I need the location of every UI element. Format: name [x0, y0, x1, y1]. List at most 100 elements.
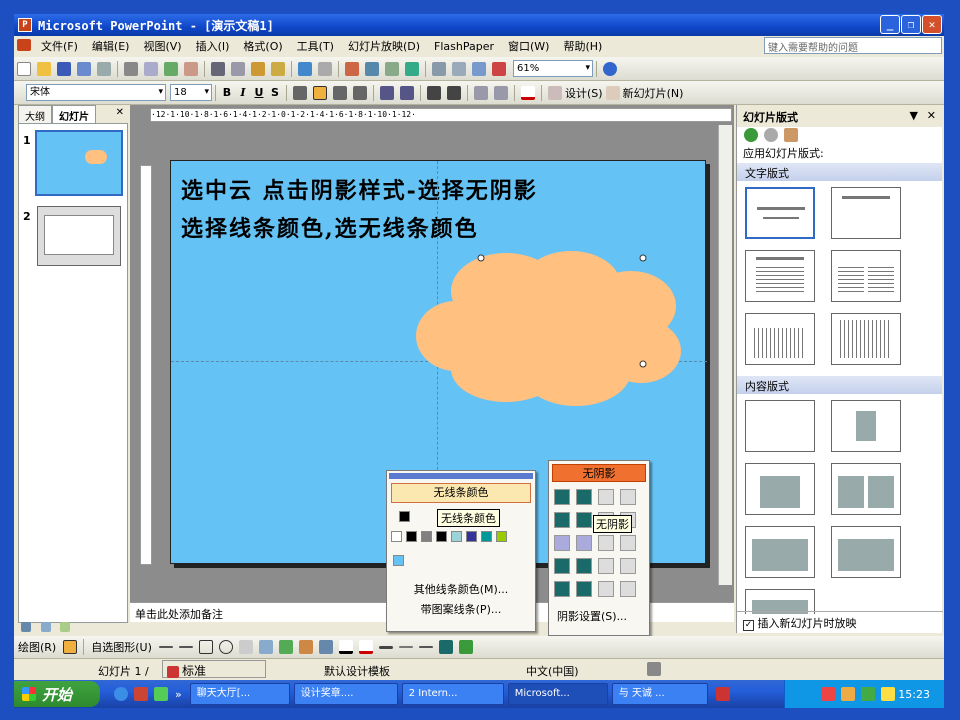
- justify-icon[interactable]: [353, 85, 367, 100]
- layout-title-content[interactable]: [745, 463, 815, 515]
- shadow-style-icon[interactable]: [554, 512, 570, 528]
- shadow-style-icon[interactable]: [576, 535, 592, 551]
- save-icon[interactable]: [57, 61, 71, 76]
- start-button[interactable]: 开始: [14, 681, 100, 707]
- font-color-draw-icon[interactable]: [358, 640, 373, 654]
- layout-title-two-content[interactable]: [745, 526, 815, 578]
- window-title-bar[interactable]: P Microsoft PowerPoint - [演示文稿1] _ ❐ ✕: [14, 14, 944, 36]
- ime-mode-label[interactable]: 标准: [182, 664, 206, 678]
- automatic-color-swatch[interactable]: [399, 511, 410, 522]
- shadow-style-icon[interactable]: [576, 512, 592, 528]
- slide-text-line1[interactable]: 选中云 点击阴影样式-选择无阴影: [181, 173, 538, 209]
- restore-button[interactable]: ❐: [901, 15, 921, 34]
- increase-indent-icon[interactable]: [494, 85, 508, 100]
- layout-two-content[interactable]: [831, 463, 901, 515]
- expand-all-icon[interactable]: [432, 61, 446, 76]
- help-icon[interactable]: [603, 61, 617, 76]
- zoom-select[interactable]: 61%: [513, 60, 593, 77]
- select-pointer-icon[interactable]: [63, 640, 78, 654]
- slide-thumbnail-2[interactable]: [37, 206, 121, 266]
- show-desktop-icon[interactable]: [154, 687, 168, 701]
- taskbar-item-chat-tiancheng[interactable]: 与 天诚 ...: [611, 683, 708, 705]
- align-right-icon[interactable]: [333, 85, 347, 100]
- color-swatch[interactable]: [436, 531, 447, 542]
- color-swatch[interactable]: [451, 531, 462, 542]
- font-select[interactable]: 宋体: [26, 84, 166, 101]
- italic-button[interactable]: I: [235, 86, 251, 99]
- picture-icon[interactable]: [318, 640, 333, 654]
- shadow-style-icon[interactable]: [554, 535, 570, 551]
- spelling-status-icon[interactable]: [647, 662, 661, 676]
- align-left-icon[interactable]: [293, 85, 307, 100]
- shadow-style-icon[interactable]: [620, 535, 636, 551]
- tab-slides[interactable]: 幻灯片: [52, 105, 96, 123]
- tray-icon[interactable]: [821, 687, 836, 701]
- tray-icon[interactable]: [841, 687, 856, 701]
- tab-outline[interactable]: 大纲: [18, 105, 52, 123]
- shadow-style-icon[interactable]: [598, 558, 614, 574]
- line-color-button-icon[interactable]: [338, 640, 353, 654]
- cloud-shape[interactable]: [411, 241, 691, 411]
- insert-table-icon[interactable]: [365, 61, 379, 76]
- paste-icon[interactable]: [251, 61, 265, 76]
- task-pane-close-icon[interactable]: ✕: [927, 109, 936, 122]
- slide-thumbnail-1[interactable]: [35, 130, 123, 196]
- show-on-insert-checkbox[interactable]: ✓ 插入新幻灯片时放映: [737, 611, 943, 631]
- menu-view[interactable]: 视图(V): [136, 38, 188, 54]
- help-search-input[interactable]: 键入需要帮助的问题: [764, 37, 942, 54]
- line-style-icon[interactable]: [378, 645, 393, 649]
- taskbar-item-powerpoint[interactable]: Microsoft...: [507, 683, 608, 705]
- show-grid-icon[interactable]: [472, 61, 486, 76]
- rectangle-tool-icon[interactable]: [198, 640, 213, 654]
- layout-content[interactable]: [831, 400, 901, 452]
- ime-status-bar[interactable]: 标准: [162, 660, 266, 678]
- email-icon[interactable]: [97, 61, 111, 76]
- shadow-style-icon[interactable]: [620, 489, 636, 505]
- menu-tools[interactable]: 工具(T): [290, 38, 341, 54]
- layout-two-column-text[interactable]: [831, 250, 901, 302]
- clipart-icon[interactable]: [298, 640, 313, 654]
- menu-slideshow[interactable]: 幻灯片放映(D): [341, 38, 427, 54]
- color-swatch[interactable]: [496, 531, 507, 542]
- vertical-scrollbar[interactable]: [718, 125, 732, 585]
- open-icon[interactable]: [37, 61, 51, 76]
- decrease-indent-icon[interactable]: [474, 85, 488, 100]
- close-pane-icon[interactable]: ✕: [112, 105, 128, 123]
- print-preview-icon[interactable]: [144, 61, 158, 76]
- home-icon[interactable]: [784, 128, 798, 142]
- layout-title-slide[interactable]: [745, 187, 815, 239]
- 3d-style-icon[interactable]: [458, 640, 473, 654]
- cut-icon[interactable]: [211, 61, 225, 76]
- no-shadow-option[interactable]: 无阴影: [552, 464, 646, 482]
- shadow-style-icon[interactable]: [554, 558, 570, 574]
- close-button[interactable]: ✕: [922, 15, 942, 34]
- language-bar-icon[interactable]: [715, 687, 730, 701]
- menu-file[interactable]: 文件(F): [34, 38, 85, 54]
- redo-icon[interactable]: [318, 61, 332, 76]
- show-formatting-icon[interactable]: [452, 61, 466, 76]
- layout-vertical-title-text[interactable]: [831, 313, 901, 365]
- forward-icon[interactable]: [764, 128, 778, 142]
- layout-title-only[interactable]: [831, 187, 901, 239]
- design-button[interactable]: 设计(S): [565, 85, 603, 101]
- shadow-style-icon[interactable]: [554, 581, 570, 597]
- tray-icon[interactable]: [881, 687, 896, 701]
- print-icon[interactable]: [124, 61, 138, 76]
- layout-four-content[interactable]: [831, 526, 901, 578]
- ime-logo-icon[interactable]: [167, 665, 179, 678]
- recent-color-swatch[interactable]: [393, 555, 404, 566]
- menu-window[interactable]: 窗口(W): [501, 38, 556, 54]
- font-size-select[interactable]: 18: [170, 84, 212, 101]
- shadow-style-icon[interactable]: [576, 489, 592, 505]
- undo-icon[interactable]: [298, 61, 312, 76]
- clock[interactable]: 15:23: [898, 688, 930, 701]
- taskbar-item-design[interactable]: 设计奖章....: [293, 683, 398, 705]
- selection-handle[interactable]: [639, 254, 647, 262]
- layout-vertical-text[interactable]: [745, 313, 815, 365]
- font-color-icon[interactable]: [521, 85, 535, 100]
- patterned-lines-option[interactable]: 带图案线条(P)...: [387, 599, 535, 619]
- menu-format[interactable]: 格式(O): [236, 38, 289, 54]
- more-line-colors-option[interactable]: 其他线条颜色(M)...: [387, 575, 535, 599]
- tables-borders-icon[interactable]: [385, 61, 399, 76]
- diagram-icon[interactable]: [278, 640, 293, 654]
